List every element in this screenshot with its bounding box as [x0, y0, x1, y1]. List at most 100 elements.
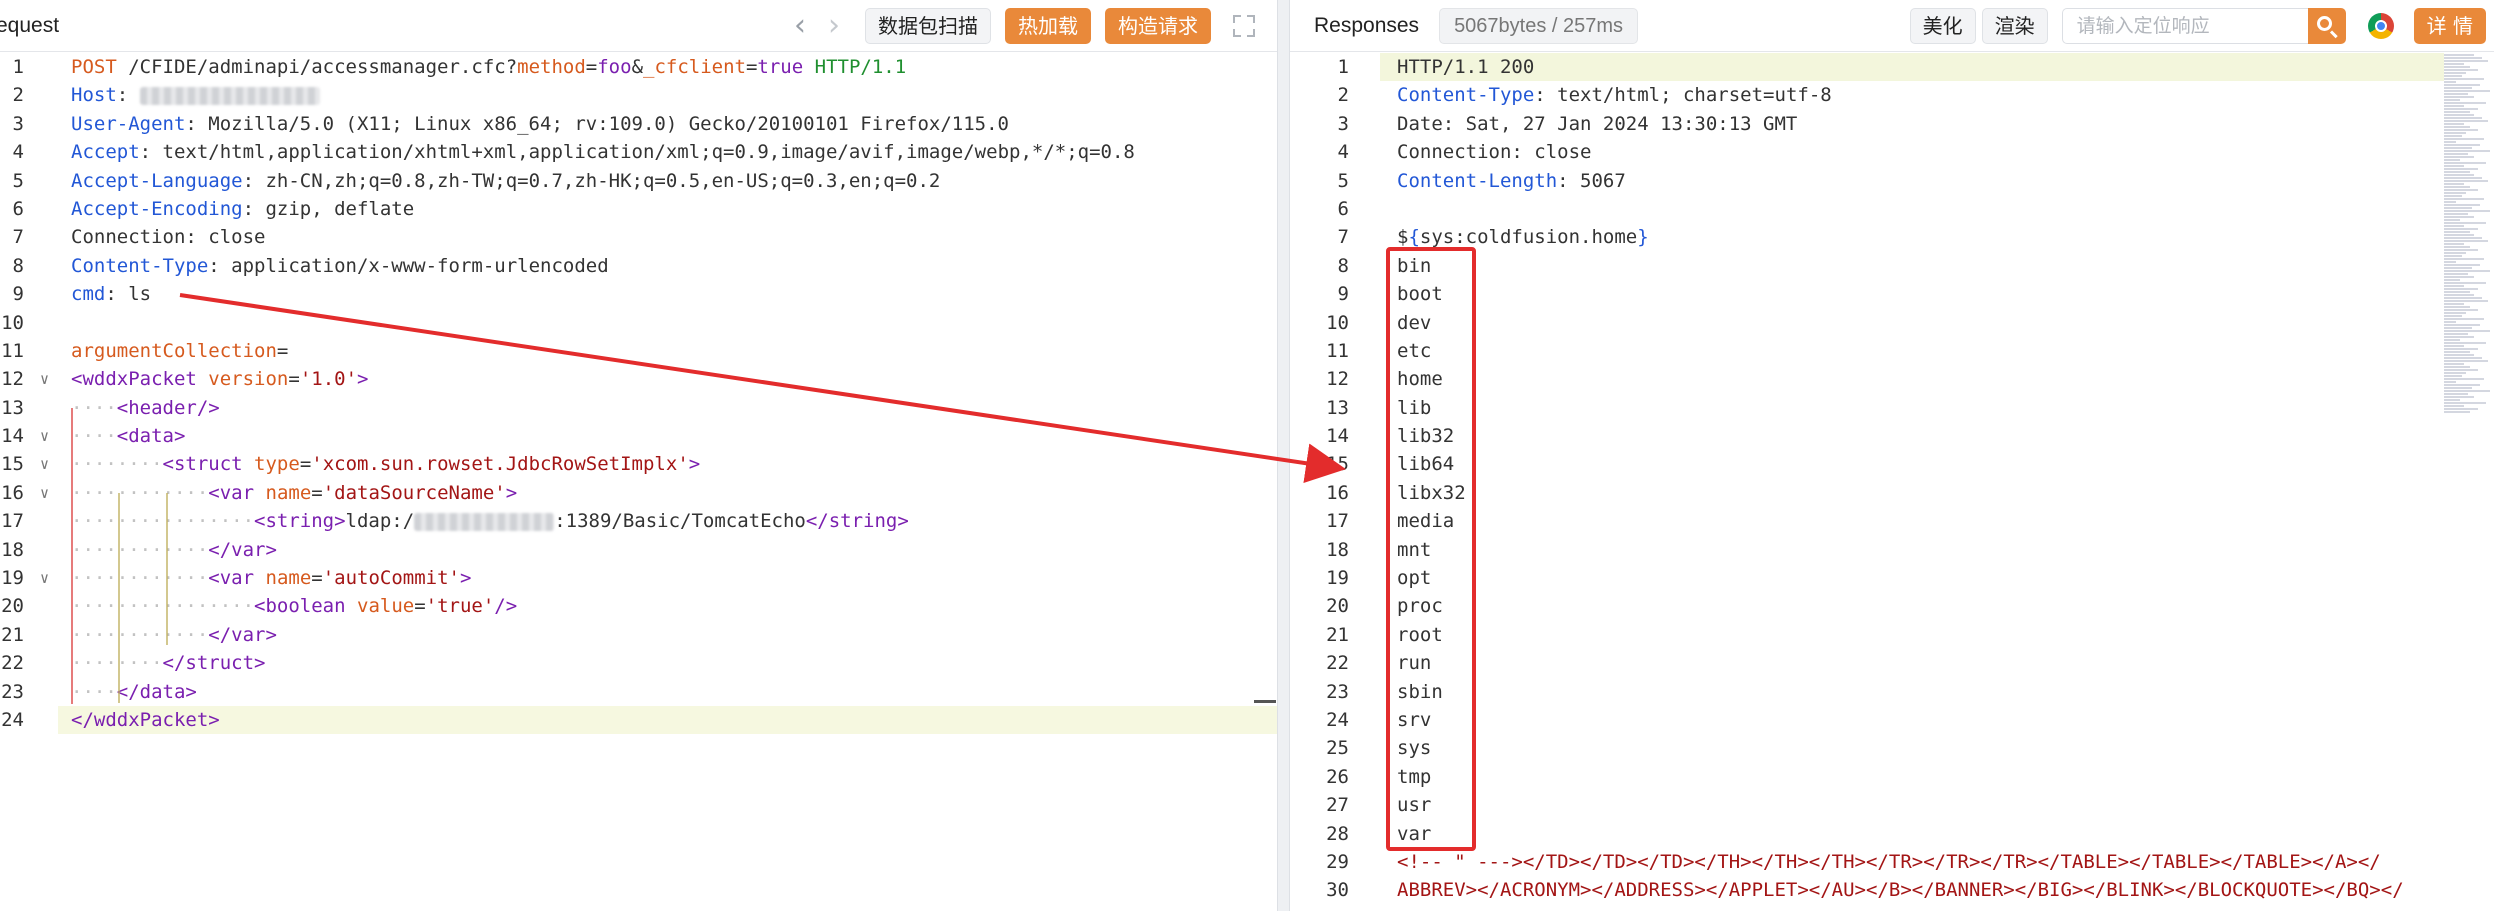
code-token: srv	[1397, 708, 1432, 731]
code-token: tmp	[1397, 765, 1432, 788]
response-minimap[interactable]	[2444, 53, 2494, 573]
minimap-line	[2444, 207, 2472, 209]
code-token: Content-Type	[1397, 84, 1535, 107]
response-viewer[interactable]: 1 HTTP/1.1 200 2 Content-Type: text/html; c…	[1290, 53, 2494, 911]
line-number: 22	[1326, 652, 1349, 675]
code-token: foo	[597, 56, 632, 78]
minimap-line	[2444, 396, 2474, 398]
code-token: ················	[71, 595, 255, 618]
code-token: type	[254, 453, 300, 476]
line-number: 9	[12, 283, 24, 306]
minimap-line	[2444, 360, 2488, 362]
code-token: method	[517, 56, 586, 78]
minimap-line	[2444, 246, 2470, 248]
beautify-button[interactable]: 美化	[1909, 7, 1976, 44]
chrome-icon[interactable]	[2367, 12, 2394, 39]
render-button[interactable]: 渲染	[1981, 7, 2048, 44]
line-number: 16	[1, 481, 24, 504]
code-token: Date: Sat, 27 Jan 2024 13:30:13 GMT	[1397, 112, 1798, 135]
response-search-input[interactable]	[2061, 7, 2308, 44]
code-text: Connection: close	[71, 223, 265, 251]
line-number: 3	[12, 112, 24, 135]
line-number: 23	[1, 680, 24, 703]
code-token: 'dataSourceName'	[322, 481, 506, 504]
indent-guide	[118, 493, 120, 703]
code-token: run	[1397, 652, 1432, 675]
code-token: >	[688, 453, 701, 476]
minimap-line	[2444, 294, 2474, 296]
response-code-line: 10 dev	[1290, 309, 2494, 337]
code-token: ············	[71, 567, 209, 590]
fold-chevron-icon[interactable]: ∨	[40, 450, 49, 478]
minimap-line	[2444, 147, 2472, 149]
code-token: 'autoCommit'	[322, 567, 460, 590]
fold-chevron-icon[interactable]: ∨	[40, 564, 49, 592]
fold-guide	[71, 408, 73, 704]
code-text: ············</var>	[71, 621, 277, 649]
fold-chevron-icon[interactable]: ∨	[40, 365, 49, 393]
code-text: media	[1397, 507, 1454, 535]
code-text: ········<struct type='xcom.sun.rowset.Jd…	[71, 450, 700, 478]
indent-guide	[166, 493, 168, 645]
code-token: Connection	[71, 226, 186, 249]
line-number: 17	[1326, 510, 1349, 533]
line-number: 10	[1, 311, 24, 334]
fold-chevron-icon[interactable]: ∨	[40, 479, 49, 507]
expand-icon[interactable]	[1233, 14, 1255, 37]
code-token: ABBREV></ACRONYM></ADDRESS></APPLET></AU…	[1397, 879, 2404, 902]
line-number: 4	[12, 141, 24, 164]
code-token: libx32	[1397, 481, 1466, 504]
code-token: }	[1637, 226, 1649, 249]
code-token: =	[311, 567, 323, 590]
response-code-line: 27 usr	[1290, 791, 2494, 819]
search-icon[interactable]	[2307, 7, 2346, 44]
request-editor[interactable]: 1 POST /CFIDE/adminapi/accessmanager.cfc?…	[0, 53, 1277, 911]
minimap-line	[2444, 129, 2478, 131]
line-number: 20	[1, 595, 24, 618]
request-code-line: 18 ············</var>	[0, 536, 1277, 564]
code-token: media	[1397, 510, 1455, 533]
request-code-line: 24 </wddxPacket>	[0, 705, 1277, 735]
minimap-line	[2444, 54, 2474, 56]
response-code-line: 26 tmp	[1290, 763, 2494, 791]
hot-load-button[interactable]: 热加载	[1005, 7, 1091, 44]
code-text: tmp	[1397, 763, 1431, 791]
details-button[interactable]: 详 情	[2413, 7, 2486, 44]
code-token: :	[116, 84, 129, 107]
request-code-line: 9 cmd: ls	[0, 280, 1277, 308]
response-code-line: 13 lib	[1290, 394, 2494, 422]
line-number: 30	[1326, 879, 1349, 902]
minimap-line	[2444, 270, 2490, 272]
minimap-line	[2444, 381, 2456, 383]
fold-chevron-icon[interactable]: ∨	[40, 422, 49, 450]
minimap-line	[2444, 255, 2462, 257]
code-token: Content-Type	[71, 254, 209, 277]
code-token: <var	[208, 481, 255, 504]
packet-scan-button[interactable]: 数据包扫描	[865, 7, 991, 44]
minimap-line	[2444, 225, 2464, 227]
horizontal-scroll-thumb[interactable]	[1254, 700, 1276, 703]
minimap-line	[2444, 108, 2478, 110]
forward-arrow-icon[interactable]: ›	[817, 10, 851, 41]
back-arrow-icon[interactable]: ‹	[783, 10, 817, 41]
code-token: ············	[71, 538, 209, 561]
code-token: ········	[71, 652, 163, 675]
code-text: Connection: close	[1397, 138, 1591, 166]
code-token: </var>	[208, 538, 277, 561]
code-text: ············<var name='dataSourceName'>	[71, 479, 517, 507]
minimap-line	[2444, 138, 2484, 140]
minimap-line	[2444, 168, 2478, 170]
minimap-line	[2444, 183, 2464, 185]
line-number: 23	[1326, 680, 1349, 703]
panel-splitter[interactable]	[1277, 0, 1290, 911]
minimap-line	[2444, 282, 2486, 284]
code-token: Accept	[71, 141, 140, 164]
minimap-line	[2444, 228, 2478, 230]
code-text: HTTP/1.1 200	[1397, 53, 1534, 81]
request-code-line: 2 Host:	[0, 81, 1277, 109]
build-request-button[interactable]: 构造请求	[1105, 7, 1211, 44]
code-token: sys	[1397, 737, 1432, 760]
code-token: =	[414, 595, 426, 618]
minimap-line	[2444, 264, 2480, 266]
